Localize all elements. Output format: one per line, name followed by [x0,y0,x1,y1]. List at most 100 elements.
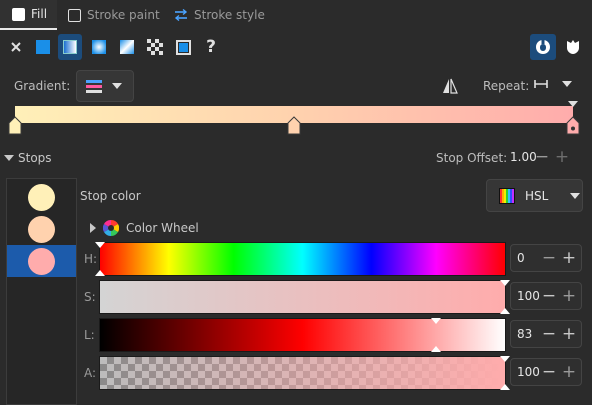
increment-icon[interactable]: + [552,143,572,171]
slider-thumb[interactable] [500,356,510,362]
radial-gradient-icon [92,40,106,54]
color-model-icon [499,187,515,204]
gradient-preview-icon [86,80,102,93]
color-model-select[interactable]: HSL [486,179,583,212]
chevron-down-icon [570,192,581,199]
stops-header-label: Stops [18,151,52,165]
gradient-stop-handle[interactable] [287,116,301,135]
saturation-spinner[interactable]: 100 − + [510,282,582,310]
tab-fill[interactable]: Fill [0,0,57,30]
tab-bar: Fill Stroke paint Stroke style [0,0,592,30]
stop-color-label: Stop color [80,189,141,203]
flat-color-icon [36,40,50,54]
stop-swatch [28,215,55,243]
linear-gradient-icon [63,40,77,54]
stop-swatch [28,247,55,275]
slider-thumb[interactable] [500,308,510,314]
stops-list [6,178,77,405]
checkbox-icon [68,8,81,22]
hue-spinner[interactable]: 0 − + [510,244,582,272]
stop-list-item[interactable] [7,181,76,213]
chevron-down-icon [4,155,14,161]
alpha-slider[interactable] [99,356,510,390]
color-wheel-expander[interactable]: Color Wheel [90,220,199,236]
slider-thumb[interactable] [500,384,510,390]
lightness-spinner[interactable]: 83 − + [510,320,582,348]
tab-stroke-style-label: Stroke style [194,8,265,22]
hue-slider[interactable] [95,242,506,276]
chevron-down-icon [562,81,572,87]
stop-swatch [28,183,55,211]
no-paint-button[interactable] [4,34,28,60]
gradient-stop-handle[interactable] [8,116,22,135]
fill-rule-nonzero-icon [567,40,579,54]
slider-thumb[interactable] [95,270,105,276]
tab-fill-label: Fill [31,7,48,21]
increment-icon[interactable]: + [559,245,579,271]
repeat-label: Repeat: [483,79,530,93]
hue-value[interactable]: 0 [511,251,539,265]
increment-icon[interactable]: + [559,359,579,385]
tab-stroke-paint[interactable]: Stroke paint [68,0,160,30]
lightness-label: L: [84,328,95,342]
chevron-right-icon [90,223,96,233]
stop-list-item[interactable] [7,213,76,245]
mesh-gradient-icon [120,40,134,54]
checkbox-icon [12,7,25,21]
decrement-icon[interactable]: − [539,359,559,385]
alpha-spinner[interactable]: 100 − + [510,358,582,386]
fill-rule-nonzero-button[interactable] [560,34,586,60]
alpha-label: A: [84,366,97,380]
alpha-value[interactable]: 100 [511,365,540,379]
gradient-label: Gradient: [14,79,71,93]
decrement-icon[interactable]: − [532,143,552,171]
unset-paint-icon: ? [206,37,216,57]
linear-gradient-button[interactable] [58,34,82,60]
color-wheel-icon [103,220,119,236]
lightness-value[interactable]: 83 [511,327,539,341]
slider-thumb[interactable] [431,346,441,352]
stroke-style-icon [174,9,188,21]
selected-stop-marker [568,101,578,107]
saturation-slider[interactable] [99,280,510,314]
gradient-stop-handle-selected[interactable] [566,116,580,135]
slider-thumb[interactable] [500,280,510,286]
stops-header[interactable]: Stops [4,151,52,165]
paint-mode-toolbar: ? [0,32,592,62]
slider-thumb[interactable] [95,242,105,248]
decrement-icon[interactable]: − [539,283,559,309]
decrement-icon[interactable]: − [539,245,559,271]
fill-rule-evenodd-icon [536,39,550,54]
alpha-gradient-overlay [100,357,505,389]
increment-icon[interactable]: + [559,283,579,309]
radial-gradient-button[interactable] [87,34,111,60]
decrement-icon[interactable]: − [539,321,559,347]
saturation-value[interactable]: 100 [511,289,540,303]
repeat-none-icon [534,80,548,88]
saturation-label: S: [84,290,96,304]
chevron-down-icon [112,83,122,89]
hue-label: H: [84,252,98,266]
unset-paint-button[interactable]: ? [199,34,223,60]
pattern-icon [147,39,163,55]
fill-rule-evenodd-button[interactable] [530,34,556,60]
color-wheel-label: Color Wheel [126,221,199,235]
reverse-gradient-icon[interactable] [442,78,458,94]
stop-offset-label: Stop Offset: [436,151,508,165]
flat-color-button[interactable] [31,34,55,60]
mesh-gradient-button[interactable] [115,34,139,60]
lightness-slider[interactable] [99,318,506,352]
pattern-button[interactable] [143,34,167,60]
swatch-icon [175,39,191,55]
stop-list-item-selected[interactable] [7,245,76,277]
repeat-select[interactable] [534,78,572,90]
tab-stroke-style[interactable]: Stroke style [174,0,265,30]
swatch-button[interactable] [171,34,195,60]
stop-offset-value[interactable]: 1.00 [504,150,537,164]
slider-thumb[interactable] [431,318,441,324]
tab-stroke-paint-label: Stroke paint [87,8,160,22]
gradient-select[interactable] [76,70,134,102]
no-paint-icon [11,42,21,52]
increment-icon[interactable]: + [559,321,579,347]
stop-offset-spinner[interactable]: 1.00 − + [504,143,574,171]
